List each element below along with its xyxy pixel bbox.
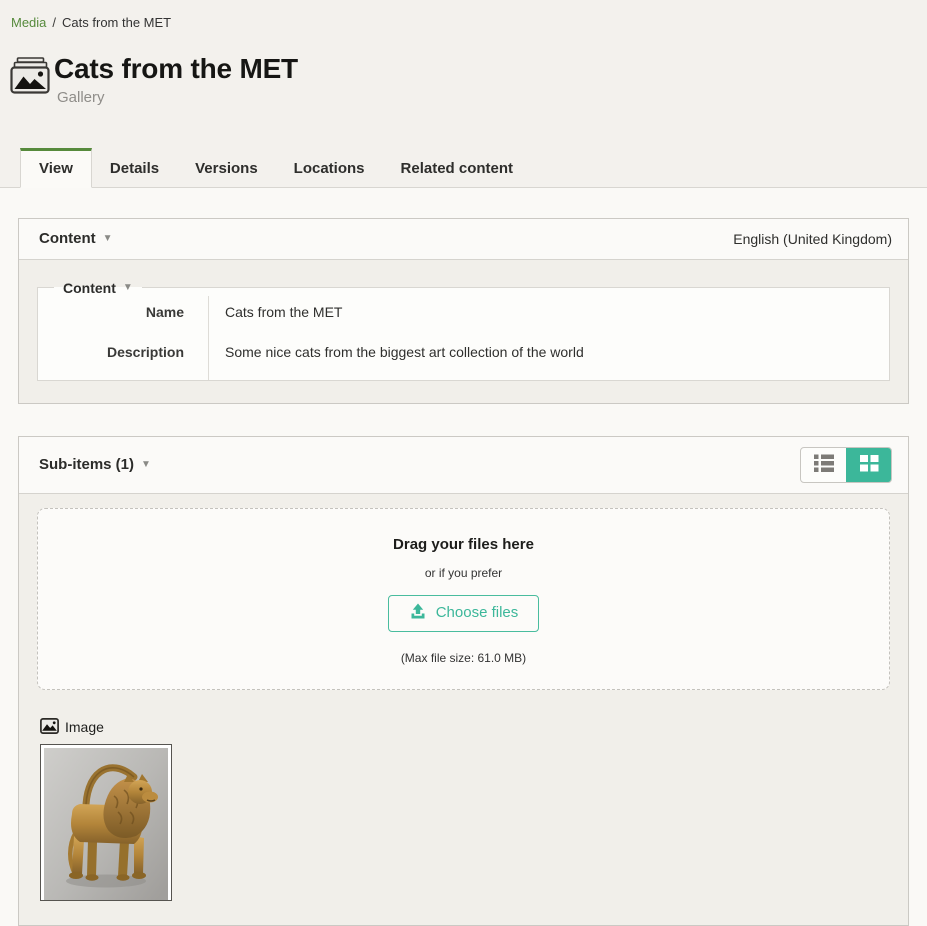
content-section-title: Content (39, 230, 96, 247)
content-fieldset-legend[interactable]: Content ▼ (54, 280, 142, 296)
breadcrumb: Media / Cats from the MET (0, 0, 927, 30)
tab-bar: View Details Versions Locations Related … (0, 148, 927, 188)
file-dropzone[interactable]: Drag your files here or if you prefer Ch… (37, 508, 890, 690)
content-section-collapse[interactable]: Content ▼ (39, 230, 113, 247)
view-toggle (800, 447, 892, 483)
breadcrumb-separator: / (52, 15, 56, 30)
tab-locations[interactable]: Locations (276, 148, 383, 188)
max-file-size-note: (Max file size: 61.0 MB) (38, 651, 889, 665)
page-header: Cats from the MET Gallery (10, 54, 927, 106)
subitem-thumbnail[interactable] (40, 744, 172, 901)
grid-view-icon (858, 453, 880, 476)
tab-versions[interactable]: Versions (177, 148, 276, 188)
golden-lion-image (44, 748, 168, 900)
tab-details[interactable]: Details (92, 148, 177, 188)
image-icon (40, 718, 59, 737)
content-fieldset: Content ▼ Name Cats from the MET Descrip… (37, 280, 890, 381)
field-label: Name (38, 296, 208, 332)
field-row-name: Name Cats from the MET (38, 296, 889, 332)
choose-files-label: Choose files (436, 604, 519, 621)
field-value: Cats from the MET (208, 296, 889, 332)
item-type-text: Image (65, 719, 104, 735)
chevron-down-icon: ▼ (123, 283, 133, 293)
content-section-header: Content ▼ English (United Kingdom) (19, 219, 908, 260)
field-row-description: Description Some nice cats from the bigg… (38, 332, 889, 380)
content-type-label: Gallery (57, 89, 298, 106)
chevron-down-icon: ▼ (103, 234, 113, 244)
field-label: Description (38, 332, 208, 380)
subitems-section-collapse[interactable]: Sub-items (1) ▼ (39, 456, 151, 473)
main-content: Content ▼ English (United Kingdom) Conte… (0, 188, 927, 926)
list-view-button[interactable] (801, 448, 846, 482)
dropzone-title: Drag your files here (38, 536, 889, 553)
choose-files-button[interactable]: Choose files (388, 595, 540, 632)
field-value: Some nice cats from the biggest art coll… (208, 332, 889, 380)
breadcrumb-link-media[interactable]: Media (11, 15, 46, 30)
tab-related-content[interactable]: Related content (383, 148, 532, 188)
dropzone-subtitle: or if you prefer (38, 566, 889, 580)
page-title: Cats from the MET (54, 54, 298, 85)
photo-stack-icon (10, 57, 51, 99)
subitems-section-body: Drag your files here or if you prefer Ch… (19, 494, 908, 925)
item-type-label: Image (40, 718, 890, 737)
subitems-section-header: Sub-items (1) ▼ (19, 437, 908, 494)
content-section-body: Content ▼ Name Cats from the MET Descrip… (19, 260, 908, 403)
upload-icon (409, 602, 427, 624)
language-label: English (United Kingdom) (733, 231, 892, 247)
grid-view-button[interactable] (846, 448, 891, 482)
subitems-section: Sub-items (1) ▼ (18, 436, 909, 926)
tab-view[interactable]: View (20, 148, 92, 188)
chevron-down-icon: ▼ (141, 460, 151, 470)
content-section: Content ▼ English (United Kingdom) Conte… (18, 218, 909, 404)
list-view-icon (813, 453, 835, 476)
subitems-section-title: Sub-items (1) (39, 456, 134, 473)
content-fieldset-legend-text: Content (63, 280, 116, 296)
breadcrumb-current: Cats from the MET (62, 15, 171, 30)
